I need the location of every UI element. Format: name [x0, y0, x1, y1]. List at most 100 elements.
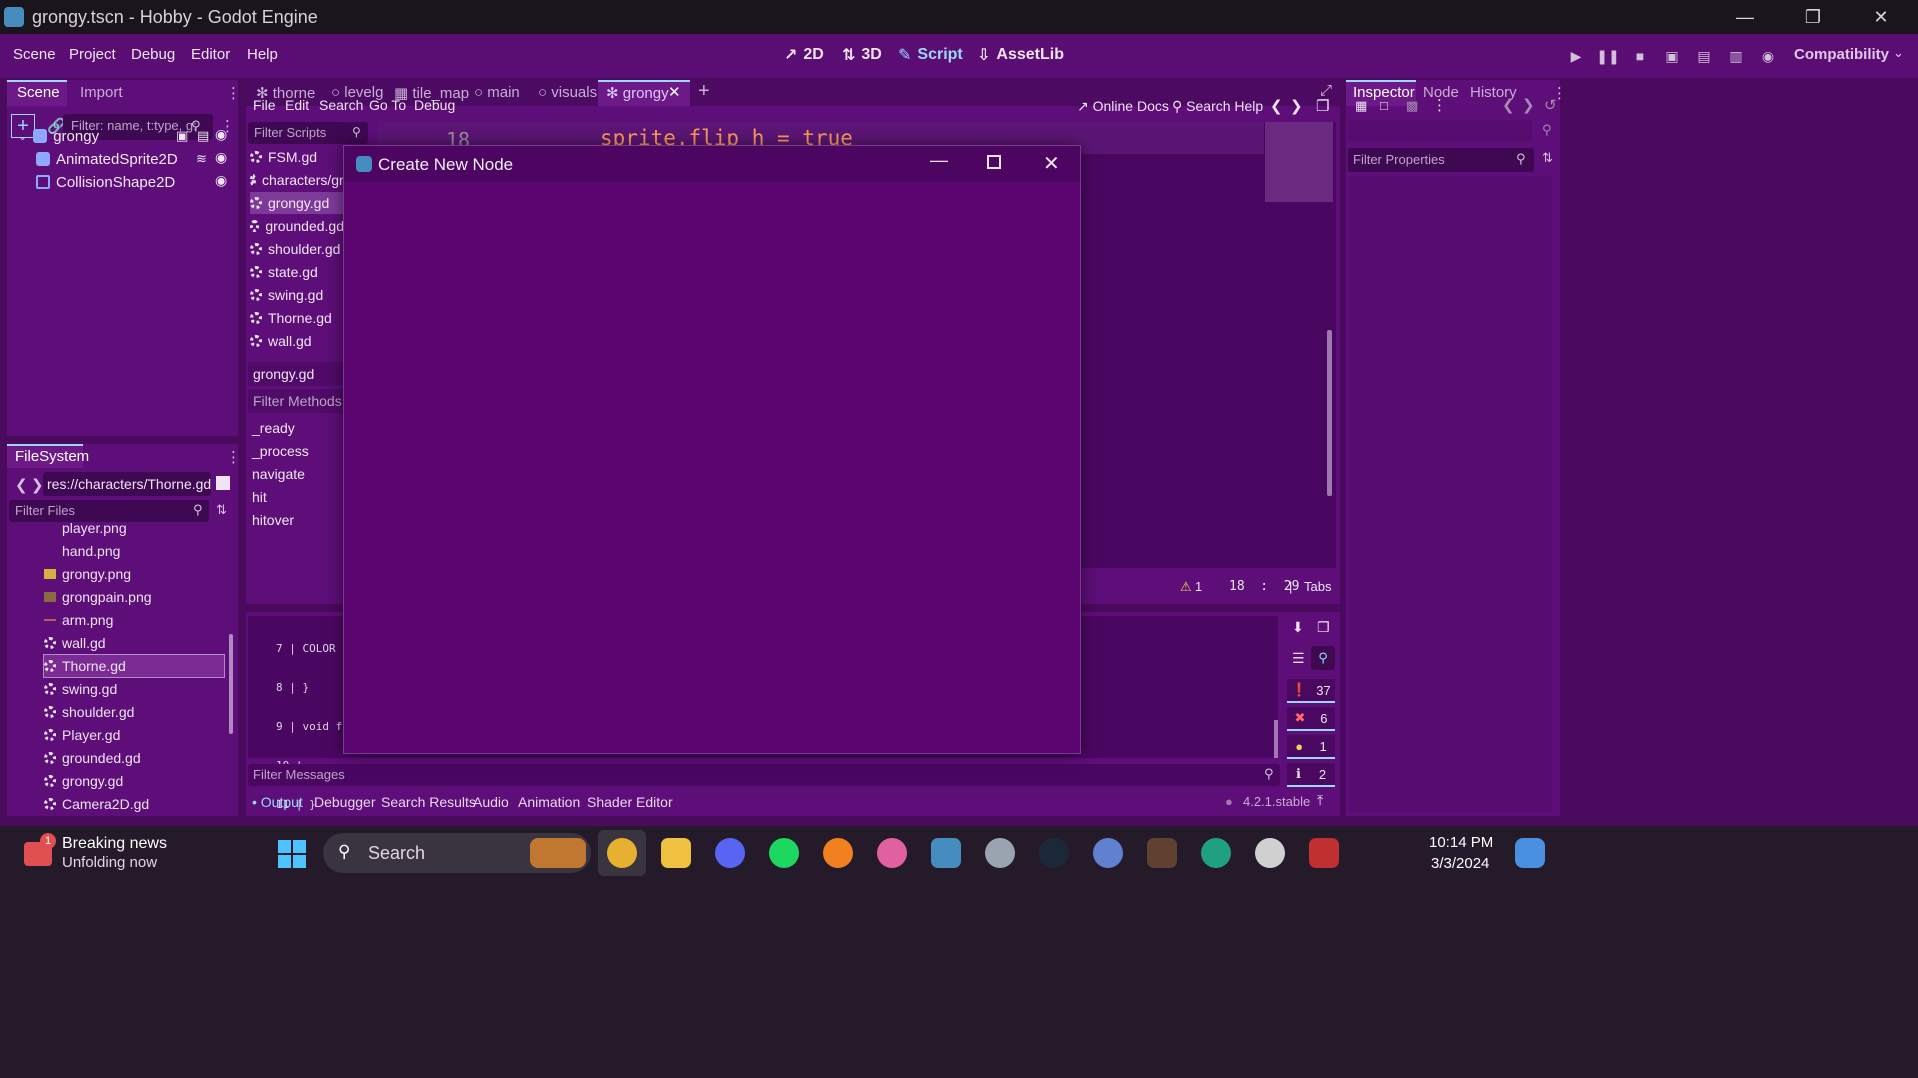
clear-output-icon[interactable]: ⬇	[1292, 619, 1304, 636]
file-item[interactable]: Player.gd	[44, 724, 120, 746]
info-filter[interactable]: ℹ2	[1287, 763, 1335, 787]
minimize-button[interactable]: —	[1716, 0, 1774, 34]
tree-node-grongy[interactable]: ⌄ grongy	[18, 124, 99, 148]
movie-maker-icon[interactable]: ◉	[1759, 47, 1777, 65]
code-minimap[interactable]	[1265, 122, 1333, 202]
menu-project[interactable]: Project	[69, 46, 116, 63]
tab-visuals[interactable]: ○ visuals	[538, 84, 597, 101]
pause-icon[interactable]: ❚❚	[1596, 47, 1619, 65]
mode-2d-button[interactable]: ↗ 2D	[784, 45, 824, 65]
clock-date[interactable]: 3/3/2024	[1431, 855, 1489, 872]
bottom-tab-debugger[interactable]: Debugger	[314, 794, 376, 810]
filter-properties-input[interactable]: Filter Properties	[1348, 148, 1534, 172]
restore-button[interactable]: ❐	[1784, 0, 1842, 34]
bottom-tab-shader-editor[interactable]: Shader Editor	[587, 794, 673, 810]
bottom-tab-audio[interactable]: Audio	[473, 794, 509, 810]
object-properties-icon[interactable]: ⚲	[1542, 122, 1552, 138]
file-item[interactable]: grongy.gd	[44, 770, 123, 792]
code-scrollbar[interactable]	[1327, 330, 1332, 496]
start-windows-icon[interactable]	[278, 840, 306, 868]
scrollbar[interactable]	[229, 634, 233, 734]
mode-assetlib-button[interactable]: ⇩ AssetLib	[977, 45, 1064, 65]
spotify-icon[interactable]	[769, 838, 799, 868]
krita-icon[interactable]	[877, 838, 907, 868]
visibility-icon[interactable]: ◉	[215, 172, 227, 189]
clock-time[interactable]: 10:14 PM	[1429, 834, 1493, 851]
collapse-duplicates-icon[interactable]: ☰	[1292, 650, 1305, 667]
indent-mode[interactable]: Tabs	[1304, 579, 1331, 594]
new-resource-icon[interactable]: ▦	[1355, 98, 1367, 114]
add-tab-icon[interactable]: +	[698, 80, 710, 103]
kebab-menu-icon[interactable]: ⋮	[1432, 96, 1447, 114]
bottom-tab-animation[interactable]: Animation	[518, 794, 580, 810]
close-tab-icon[interactable]: ✕	[668, 83, 681, 101]
online-docs-button[interactable]: ↗ Online Docs	[1077, 98, 1169, 115]
script-list-item[interactable]: characters/gr...	[250, 169, 344, 191]
tab-main[interactable]: ○ main	[474, 84, 520, 101]
script-list-item-selected[interactable]: grongy.gd	[250, 192, 344, 214]
search-help-button[interactable]: ⚲ Search Help	[1172, 98, 1263, 115]
bottom-tab-output[interactable]: • Output	[252, 794, 303, 810]
godot-icon[interactable]	[931, 838, 961, 868]
sort-icon[interactable]: ⇅	[216, 502, 227, 518]
errors-filter[interactable]: ✖ 6	[1287, 707, 1335, 731]
file-item[interactable]: grongpain.png	[44, 586, 152, 608]
method-item[interactable]: hit	[252, 489, 267, 505]
file-item[interactable]: grounded.gd	[44, 747, 141, 769]
method-item[interactable]: hitover	[252, 512, 294, 528]
play-icon[interactable]: ▶	[1567, 47, 1585, 65]
file-item[interactable]: hand.png	[44, 540, 120, 562]
news-title[interactable]: Breaking news	[62, 835, 167, 853]
history-list-icon[interactable]: ↺	[1544, 96, 1557, 114]
chrome-icon[interactable]	[607, 838, 637, 868]
script-menu-search[interactable]: Search	[319, 97, 363, 113]
tab-grongy[interactable]: ✻ grongy	[606, 84, 669, 102]
obs-icon[interactable]	[1255, 838, 1285, 868]
file-item[interactable]: shoulder.gd	[44, 701, 134, 723]
float-window-icon[interactable]: ❐	[1316, 97, 1329, 115]
fl-studio-icon[interactable]	[823, 838, 853, 868]
tree-node-animatedsprite[interactable]: AnimatedSprite2D	[36, 147, 178, 171]
object-path-field[interactable]	[1348, 120, 1532, 142]
warnings-filter[interactable]: ● 1	[1287, 735, 1335, 759]
filter-methods-input[interactable]: Filter Methods	[253, 393, 342, 409]
dialog-minimize-button[interactable]: —	[930, 150, 948, 171]
method-item[interactable]: _process	[252, 443, 309, 459]
script-list-item[interactable]: wall.gd	[250, 330, 344, 352]
play-scene-icon[interactable]: ▤	[1695, 47, 1713, 65]
stop-icon[interactable]: ■	[1631, 47, 1649, 65]
r-app-icon[interactable]	[1093, 838, 1123, 868]
method-item[interactable]: navigate	[252, 466, 305, 482]
play-custom-scene-icon[interactable]: ▥	[1727, 47, 1745, 65]
tab-scene[interactable]: Scene	[17, 84, 60, 101]
messages-filter[interactable]: ❗ 37	[1287, 679, 1335, 703]
script-list-item[interactable]: Thorne.gd	[250, 307, 344, 329]
file-item[interactable]: Camera2D.gd	[44, 793, 149, 815]
search-filter-toggle-icon[interactable]: ⚲	[1311, 646, 1335, 670]
app-icon[interactable]	[1201, 838, 1231, 868]
dialog-close-button[interactable]: ✕	[1043, 151, 1060, 176]
bottom-tab-search-results[interactable]: Search Results	[381, 794, 476, 810]
menu-editor[interactable]: Editor	[191, 46, 230, 63]
dock-menu-icon[interactable]: ⋮	[226, 448, 241, 466]
script-list-item[interactable]: state.gd	[250, 261, 344, 283]
prev-script-icon[interactable]: ❮	[1270, 97, 1283, 115]
steam-icon[interactable]	[1039, 838, 1069, 868]
history-back-icon[interactable]: ❮	[1502, 96, 1515, 114]
dialog-maximize-button[interactable]	[987, 155, 1001, 169]
settings-icon[interactable]	[985, 838, 1015, 868]
back-arrow-icon[interactable]: ❮	[15, 476, 28, 494]
warning-icon[interactable]: ⚠	[1180, 579, 1192, 595]
copilot-icon[interactable]	[1515, 838, 1545, 868]
menu-help[interactable]: Help	[247, 46, 278, 63]
discord-icon[interactable]	[715, 838, 745, 868]
method-item[interactable]: _ready	[252, 420, 295, 436]
tree-node-collisionshape[interactable]: CollisionShape2D	[36, 170, 175, 194]
open-folder-icon[interactable]: □	[1380, 98, 1388, 113]
mode-3d-button[interactable]: ⇅ 3D	[842, 45, 882, 65]
file-item[interactable]: swing.gd	[44, 678, 117, 700]
file-item[interactable]: wall.gd	[44, 632, 106, 654]
script-list-item[interactable]: grounded.gd	[250, 215, 344, 237]
file-item[interactable]: player.png	[44, 517, 127, 539]
file-item[interactable]: arm.png	[44, 609, 113, 631]
